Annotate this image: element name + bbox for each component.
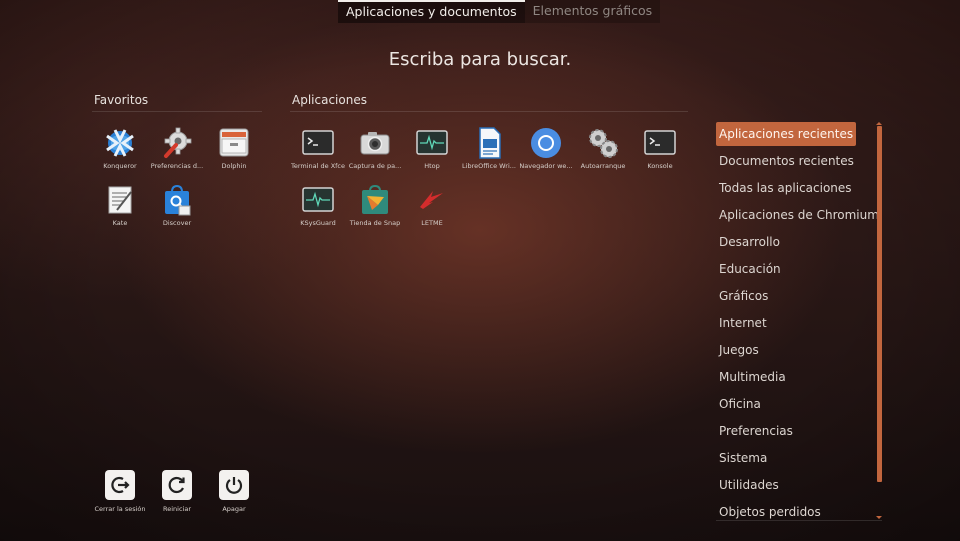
app-screenshot[interactable]: Captura de pa... <box>345 126 405 180</box>
favorites-divider <box>92 111 262 112</box>
terminal-icon <box>301 126 335 160</box>
app-konsole[interactable]: Konsole <box>630 126 690 180</box>
category-education[interactable]: Educación <box>716 257 784 281</box>
app-snap-store[interactable]: Tienda de Snap <box>345 183 405 237</box>
autostart-icon <box>586 126 620 160</box>
applications-divider <box>290 111 688 112</box>
logout-icon <box>105 470 135 500</box>
restart-icon <box>162 470 192 500</box>
libreoffice-writer-icon <box>472 126 506 160</box>
app-label: Navegador we... <box>519 162 573 170</box>
favorite-label: Preferencias d... <box>150 162 204 170</box>
app-terminal-xfce[interactable]: Terminal de Xfce <box>288 126 348 180</box>
category-preferences[interactable]: Preferencias <box>716 419 796 443</box>
power-label: Apagar <box>222 505 246 513</box>
favorite-label: Discover <box>162 219 192 227</box>
app-label: LETME <box>421 219 443 227</box>
power-label: Reiniciar <box>163 505 191 513</box>
kate-icon <box>103 183 137 217</box>
app-chromium[interactable]: Navegador we... <box>516 126 576 180</box>
category-development[interactable]: Desarrollo <box>716 230 783 254</box>
favorites-title: Favoritos <box>94 93 149 107</box>
view-tabs: Aplicaciones y documentos Elementos gráf… <box>338 0 661 23</box>
app-label: Konsole <box>647 162 673 170</box>
snap-store-icon <box>358 183 392 217</box>
app-ksysguard[interactable]: KSysGuard <box>288 183 348 237</box>
shutdown-icon <box>219 470 249 500</box>
category-graphics[interactable]: Gráficos <box>716 284 771 308</box>
app-libreoffice-writer[interactable]: LibreOffice Wri... <box>459 126 519 180</box>
favorite-discover[interactable]: Discover <box>147 183 207 237</box>
favorite-kate[interactable]: Kate <box>90 183 150 237</box>
app-label: LibreOffice Wri... <box>462 162 516 170</box>
favorite-label: Kate <box>112 219 128 227</box>
app-htop[interactable]: Htop <box>402 126 462 180</box>
category-divider <box>716 520 882 521</box>
dolphin-icon <box>217 126 251 160</box>
logout-button[interactable]: Cerrar la sesión <box>89 470 151 522</box>
category-chromium-apps[interactable]: Aplicaciones de Chromium <box>716 203 882 227</box>
category-games[interactable]: Juegos <box>716 338 762 362</box>
app-letme[interactable]: LETME <box>402 183 462 237</box>
app-label: Autoarranque <box>580 162 626 170</box>
discover-icon <box>160 183 194 217</box>
app-label: KSysGuard <box>300 219 336 227</box>
background-vignette <box>0 0 960 541</box>
preferences-icon <box>160 126 194 160</box>
restart-button[interactable]: Reiniciar <box>146 470 208 522</box>
app-label: Htop <box>424 162 440 170</box>
category-internet[interactable]: Internet <box>716 311 770 335</box>
shutdown-button[interactable]: Apagar <box>203 470 265 522</box>
category-recent-documents[interactable]: Documentos recientes <box>716 149 857 173</box>
search-hint: Escriba para buscar. <box>388 49 572 70</box>
scroll-up-arrow[interactable] <box>876 122 882 125</box>
app-label: Terminal de Xfce <box>290 162 346 170</box>
konqueror-icon <box>103 126 137 160</box>
favorite-konqueror[interactable]: Konqueror <box>90 126 150 180</box>
chromium-icon <box>529 126 563 160</box>
konsole-icon <box>643 126 677 160</box>
category-all-apps[interactable]: Todas las aplicaciones <box>716 176 855 200</box>
favorite-dolphin[interactable]: Dolphin <box>204 126 264 180</box>
category-office[interactable]: Oficina <box>716 392 764 416</box>
letme-icon <box>415 183 449 217</box>
htop-icon <box>415 126 449 160</box>
ksysguard-icon <box>301 183 335 217</box>
category-utilities[interactable]: Utilidades <box>716 473 782 497</box>
app-label: Captura de pa... <box>348 162 402 170</box>
screenshot-icon <box>358 126 392 160</box>
applications-title: Aplicaciones <box>292 93 367 107</box>
app-label: Tienda de Snap <box>349 219 401 227</box>
favorite-label: Konqueror <box>103 162 137 170</box>
category-system[interactable]: Sistema <box>716 446 770 470</box>
app-autostart[interactable]: Autoarranque <box>573 126 633 180</box>
category-scrollbar[interactable] <box>877 126 882 482</box>
favorite-preferences[interactable]: Preferencias d... <box>147 126 207 180</box>
category-recent-apps[interactable]: Aplicaciones recientes <box>716 122 857 146</box>
category-multimedia[interactable]: Multimedia <box>716 365 789 389</box>
tab-widgets[interactable]: Elementos gráficos <box>524 0 661 23</box>
scroll-down-arrow[interactable] <box>876 516 882 519</box>
power-label: Cerrar la sesión <box>94 505 146 513</box>
favorite-label: Dolphin <box>221 162 247 170</box>
tab-applications-documents[interactable]: Aplicaciones y documentos <box>338 0 525 23</box>
